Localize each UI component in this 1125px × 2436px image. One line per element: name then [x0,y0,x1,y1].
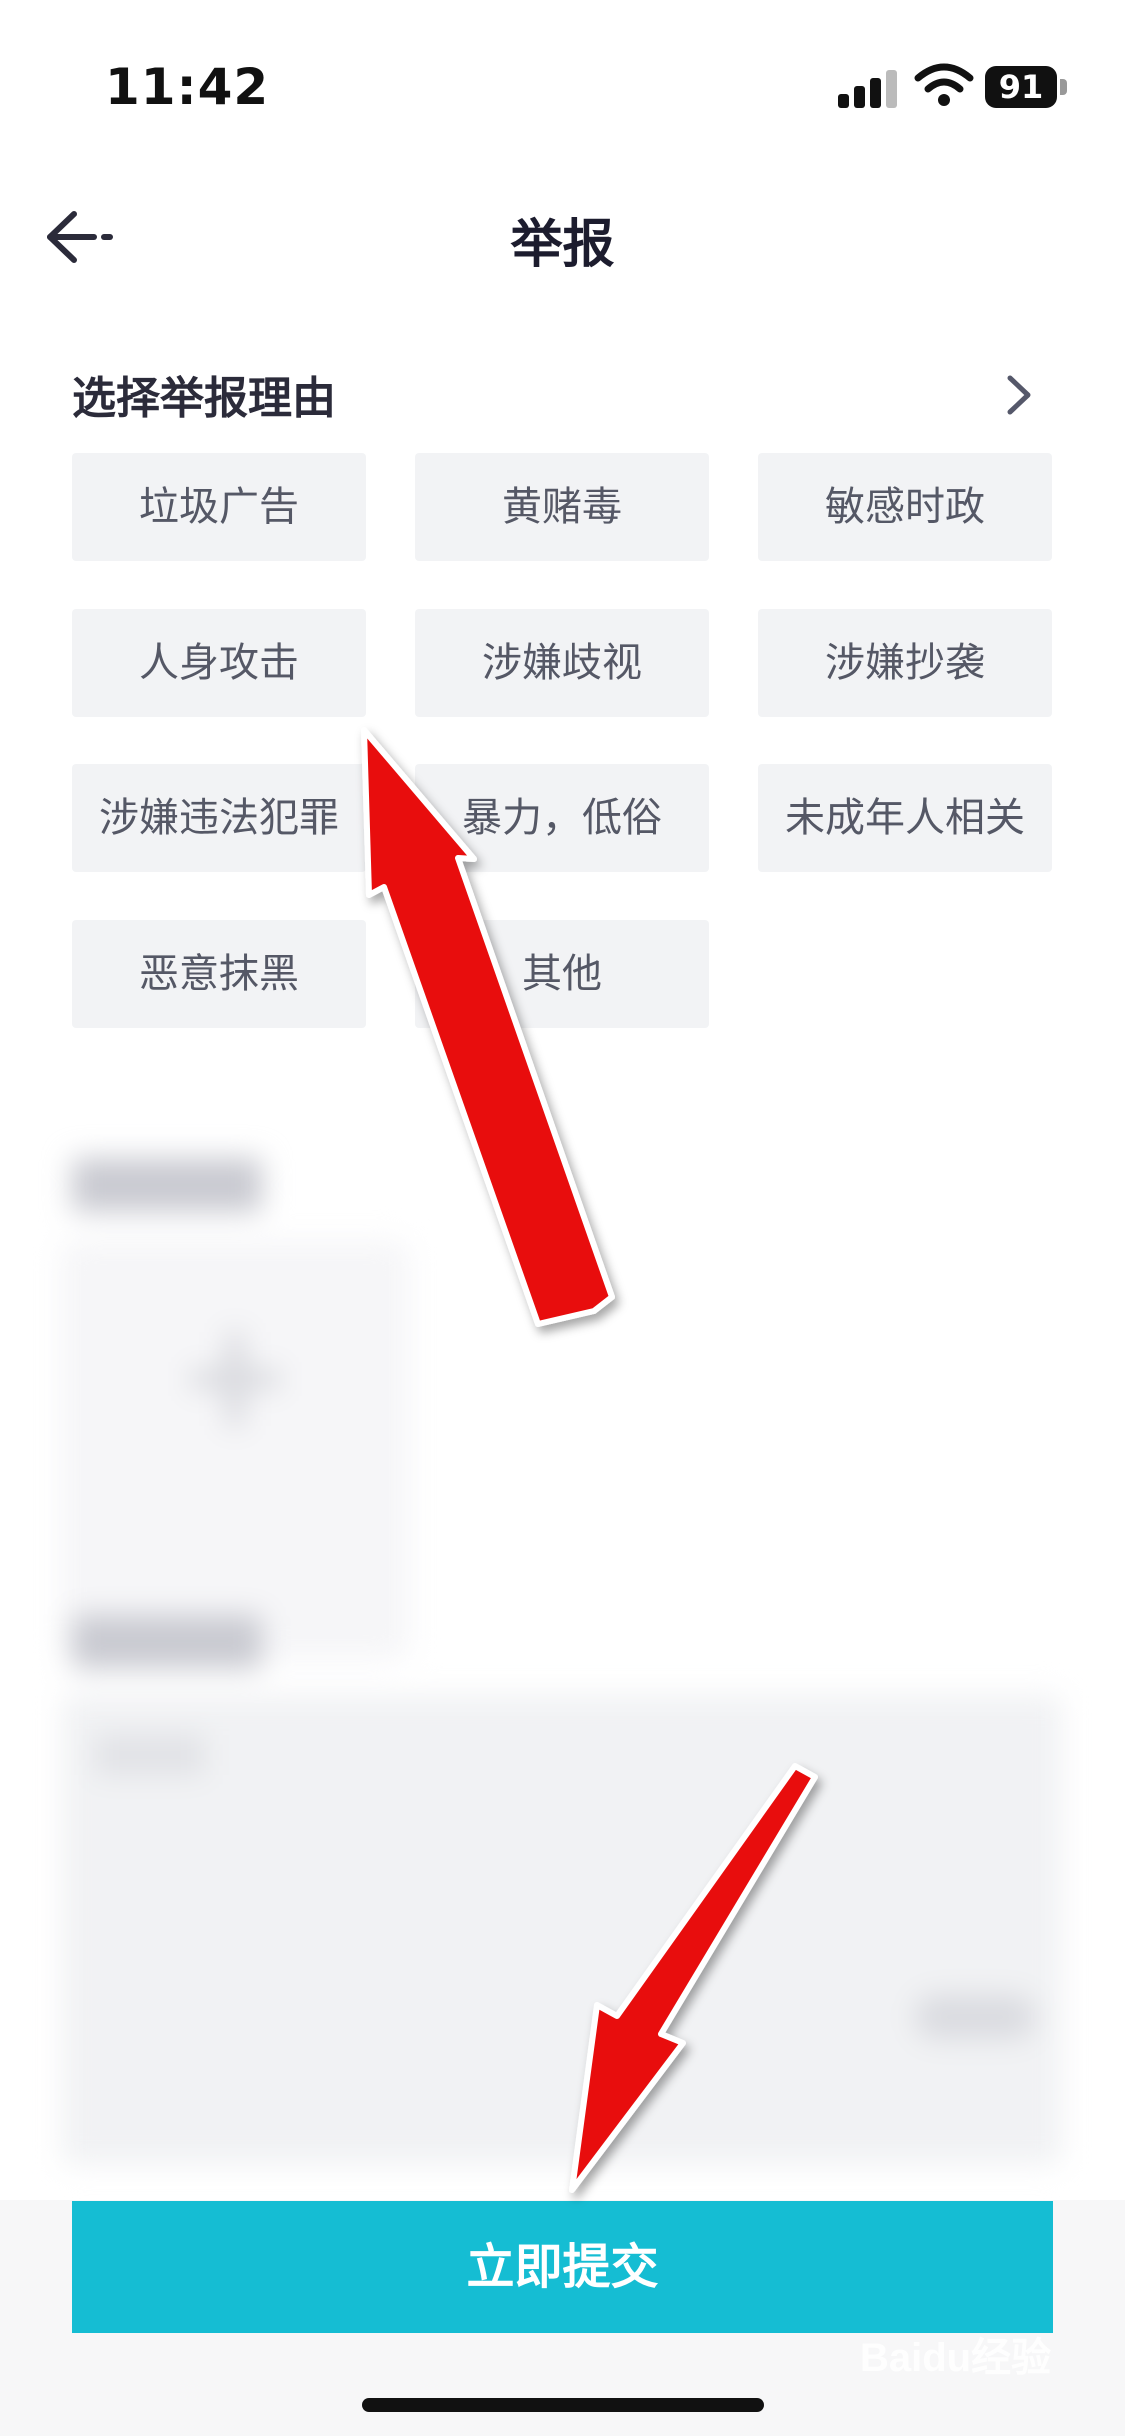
image-upload-box[interactable] [60,1240,410,1660]
reason-chip[interactable]: 恶意抹黑 [72,920,366,1028]
signal-icon [838,68,898,108]
blurred-form-region [0,1120,1125,2165]
reason-chip[interactable]: 涉嫌违法犯罪 [72,764,366,872]
home-indicator [362,2398,764,2412]
reason-chip[interactable]: 人身攻击 [72,609,366,717]
submit-button[interactable]: 立即提交 [72,2201,1053,2333]
page-title: 举报 [510,215,615,275]
plus-icon-vertical [226,1332,244,1426]
reason-chip[interactable]: 暴力，低俗 [415,764,709,872]
battery-icon: 91 [985,66,1057,108]
reason-chip[interactable]: 垃圾广告 [72,453,366,561]
reason-chip[interactable]: 黄赌毒 [415,453,709,561]
baidu-watermark: Baidu经验 [860,2336,1052,2380]
reason-chip[interactable]: 涉嫌抄袭 [758,609,1052,717]
blurred-label [72,1615,262,1669]
textarea-placeholder [95,1735,205,1775]
battery-cap [1060,79,1067,95]
section-title: 选择举报理由 [72,373,336,424]
reason-chip[interactable]: 未成年人相关 [758,764,1052,872]
reason-chip[interactable]: 敏感时政 [758,453,1052,561]
chevron-right-icon[interactable] [1000,370,1040,420]
status-bar: 11:42 91 [0,0,1125,150]
status-time: 11:42 [105,58,270,116]
char-counter [915,1995,1035,2039]
wifi-icon [914,63,974,106]
reason-chip[interactable]: 其他 [415,920,709,1028]
blurred-label [72,1158,262,1212]
nav-bar: 举报 [0,180,1125,290]
description-textarea[interactable] [62,1695,1062,2165]
reason-chip[interactable]: 涉嫌歧视 [415,609,709,717]
